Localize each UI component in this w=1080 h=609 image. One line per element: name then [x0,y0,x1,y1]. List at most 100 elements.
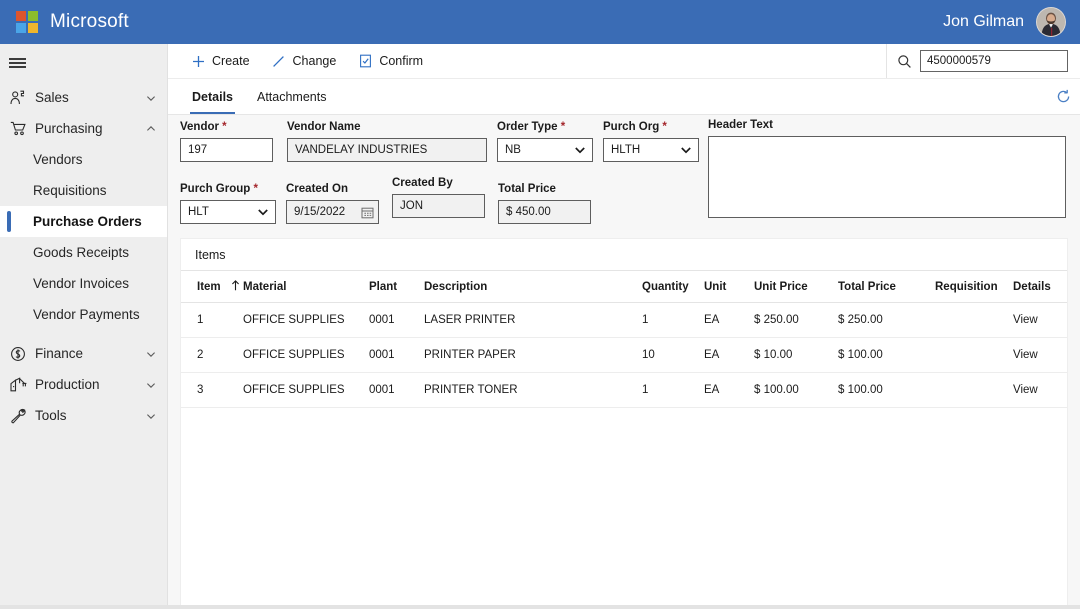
chevron-down-icon [145,92,157,104]
tab-details[interactable]: Details [180,79,245,114]
chevron-down-icon [145,379,157,391]
cell-quantity: 1 [642,303,704,338]
sidebar-item-purchasing[interactable]: Purchasing [0,113,167,144]
sidebar-item-label: Vendors [33,152,83,167]
search-area [886,44,1080,78]
cell-total-price: $ 250.00 [838,303,935,338]
column-header-unit[interactable]: Unit [704,271,754,303]
refresh-button[interactable] [1046,79,1080,114]
sidebar-nav: Sales Purchasing [0,82,167,431]
order-type-select[interactable]: NB [497,138,593,162]
details-form: Vendor * Vendor Name Order Type * NB [168,115,1080,238]
items-table-header: Item Material Plant Description Quantity… [181,271,1067,303]
field-label: Purch Group * [180,183,276,195]
details-view-link[interactable]: View [1013,303,1067,338]
cell-unit: EA [704,338,754,373]
sidebar-item-label: Vendor Invoices [33,276,129,291]
confirm-button-label: Confirm [379,54,423,68]
column-header-material[interactable]: Material [243,271,369,303]
user-name-label: Jon Gilman [943,13,1024,31]
tab-bar: Details Attachments [168,79,1080,115]
avatar[interactable] [1036,7,1066,37]
brand-title: Microsoft [50,11,129,33]
sidebar-item-vendors[interactable]: Vendors [0,144,167,175]
cell-item: 3 [181,373,243,408]
cell-requisition [935,303,1013,338]
column-header-item[interactable]: Item [181,271,243,303]
cell-description: LASER PRINTER [424,303,642,338]
header-text-textarea[interactable] [708,136,1066,218]
search-input[interactable] [920,50,1068,72]
vendor-name-input[interactable] [287,138,487,162]
sidebar-item-goods-receipts[interactable]: Goods Receipts [0,237,167,268]
table-row[interactable]: 3 OFFICE SUPPLIES 0001 PRINTER TONER 1 E… [181,373,1067,408]
field-label: Created On [286,183,379,195]
cell-material: OFFICE SUPPLIES [243,338,369,373]
cell-unit: EA [704,373,754,408]
purch-group-select[interactable]: HLT [180,200,276,224]
field-purch-org: Purch Org * HLTH [603,121,699,162]
change-button[interactable]: Change [261,44,348,78]
items-section-title: Items [181,239,1067,271]
sidebar-item-requisitions[interactable]: Requisitions [0,175,167,206]
items-table: Item Material Plant Description Quantity… [181,271,1067,408]
column-header-requisition[interactable]: Requisition [935,271,1013,303]
created-by-input[interactable] [392,194,485,218]
cell-quantity: 1 [642,373,704,408]
calendar-icon[interactable] [361,206,374,219]
details-view-link[interactable]: View [1013,373,1067,408]
search-icon[interactable] [897,54,912,69]
required-marker: * [558,121,566,133]
field-label: Purch Org * [603,121,699,133]
dollar-circle-icon [10,346,32,362]
create-button[interactable]: Create [180,44,261,78]
sidebar-item-finance[interactable]: Finance [0,338,167,369]
vendor-input[interactable] [180,138,273,162]
column-header-quantity[interactable]: Quantity [642,271,704,303]
cell-material: OFFICE SUPPLIES [243,303,369,338]
column-header-plant[interactable]: Plant [369,271,424,303]
cell-unit-price: $ 10.00 [754,338,838,373]
hamburger-menu-icon[interactable] [0,48,167,78]
column-header-total-price[interactable]: Total Price [838,271,935,303]
confirm-button[interactable]: Confirm [347,44,434,78]
table-row[interactable]: 2 OFFICE SUPPLIES 0001 PRINTER PAPER 10 … [181,338,1067,373]
items-table-body: 1 OFFICE SUPPLIES 0001 LASER PRINTER 1 E… [181,303,1067,408]
sidebar-item-purchase-orders[interactable]: Purchase Orders [0,206,167,237]
details-view-link[interactable]: View [1013,338,1067,373]
chevron-down-icon [145,410,157,422]
sidebar-item-production[interactable]: Production [0,369,167,400]
column-header-details[interactable]: Details [1013,271,1067,303]
pencil-icon [272,54,286,68]
tab-attachments[interactable]: Attachments [245,79,338,114]
field-order-type: Order Type * NB [497,121,593,162]
cell-material: OFFICE SUPPLIES [243,373,369,408]
created-on-datepicker[interactable]: 9/15/2022 [286,200,379,224]
chevron-down-icon [573,143,587,157]
cell-plant: 0001 [369,303,424,338]
sidebar-item-sales[interactable]: Sales [0,82,167,113]
column-header-description[interactable]: Description [424,271,642,303]
sidebar-item-tools[interactable]: Tools [0,400,167,431]
app-header: Microsoft Jon Gilman [0,0,1080,44]
sidebar-item-vendor-payments[interactable]: Vendor Payments [0,299,167,330]
command-toolbar: Create Change Confirm [168,44,1080,79]
total-price-input[interactable] [498,200,591,224]
cell-item: 1 [181,303,243,338]
purch-org-select[interactable]: HLTH [603,138,699,162]
sidebar-item-label: Finance [32,346,145,361]
purch-org-value: HLTH [611,144,640,156]
cell-total-price: $ 100.00 [838,338,935,373]
cell-quantity: 10 [642,338,704,373]
user-avatar-icon [1037,8,1065,36]
refresh-icon [1056,89,1071,104]
field-total-price: Total Price [498,183,591,224]
cell-requisition [935,338,1013,373]
required-marker: * [219,121,227,133]
field-label: Header Text [708,119,1066,131]
field-created-by: Created By [392,177,485,218]
sidebar-item-vendor-invoices[interactable]: Vendor Invoices [0,268,167,299]
column-header-unit-price[interactable]: Unit Price [754,271,838,303]
tab-spacer [338,79,1046,114]
table-row[interactable]: 1 OFFICE SUPPLIES 0001 LASER PRINTER 1 E… [181,303,1067,338]
